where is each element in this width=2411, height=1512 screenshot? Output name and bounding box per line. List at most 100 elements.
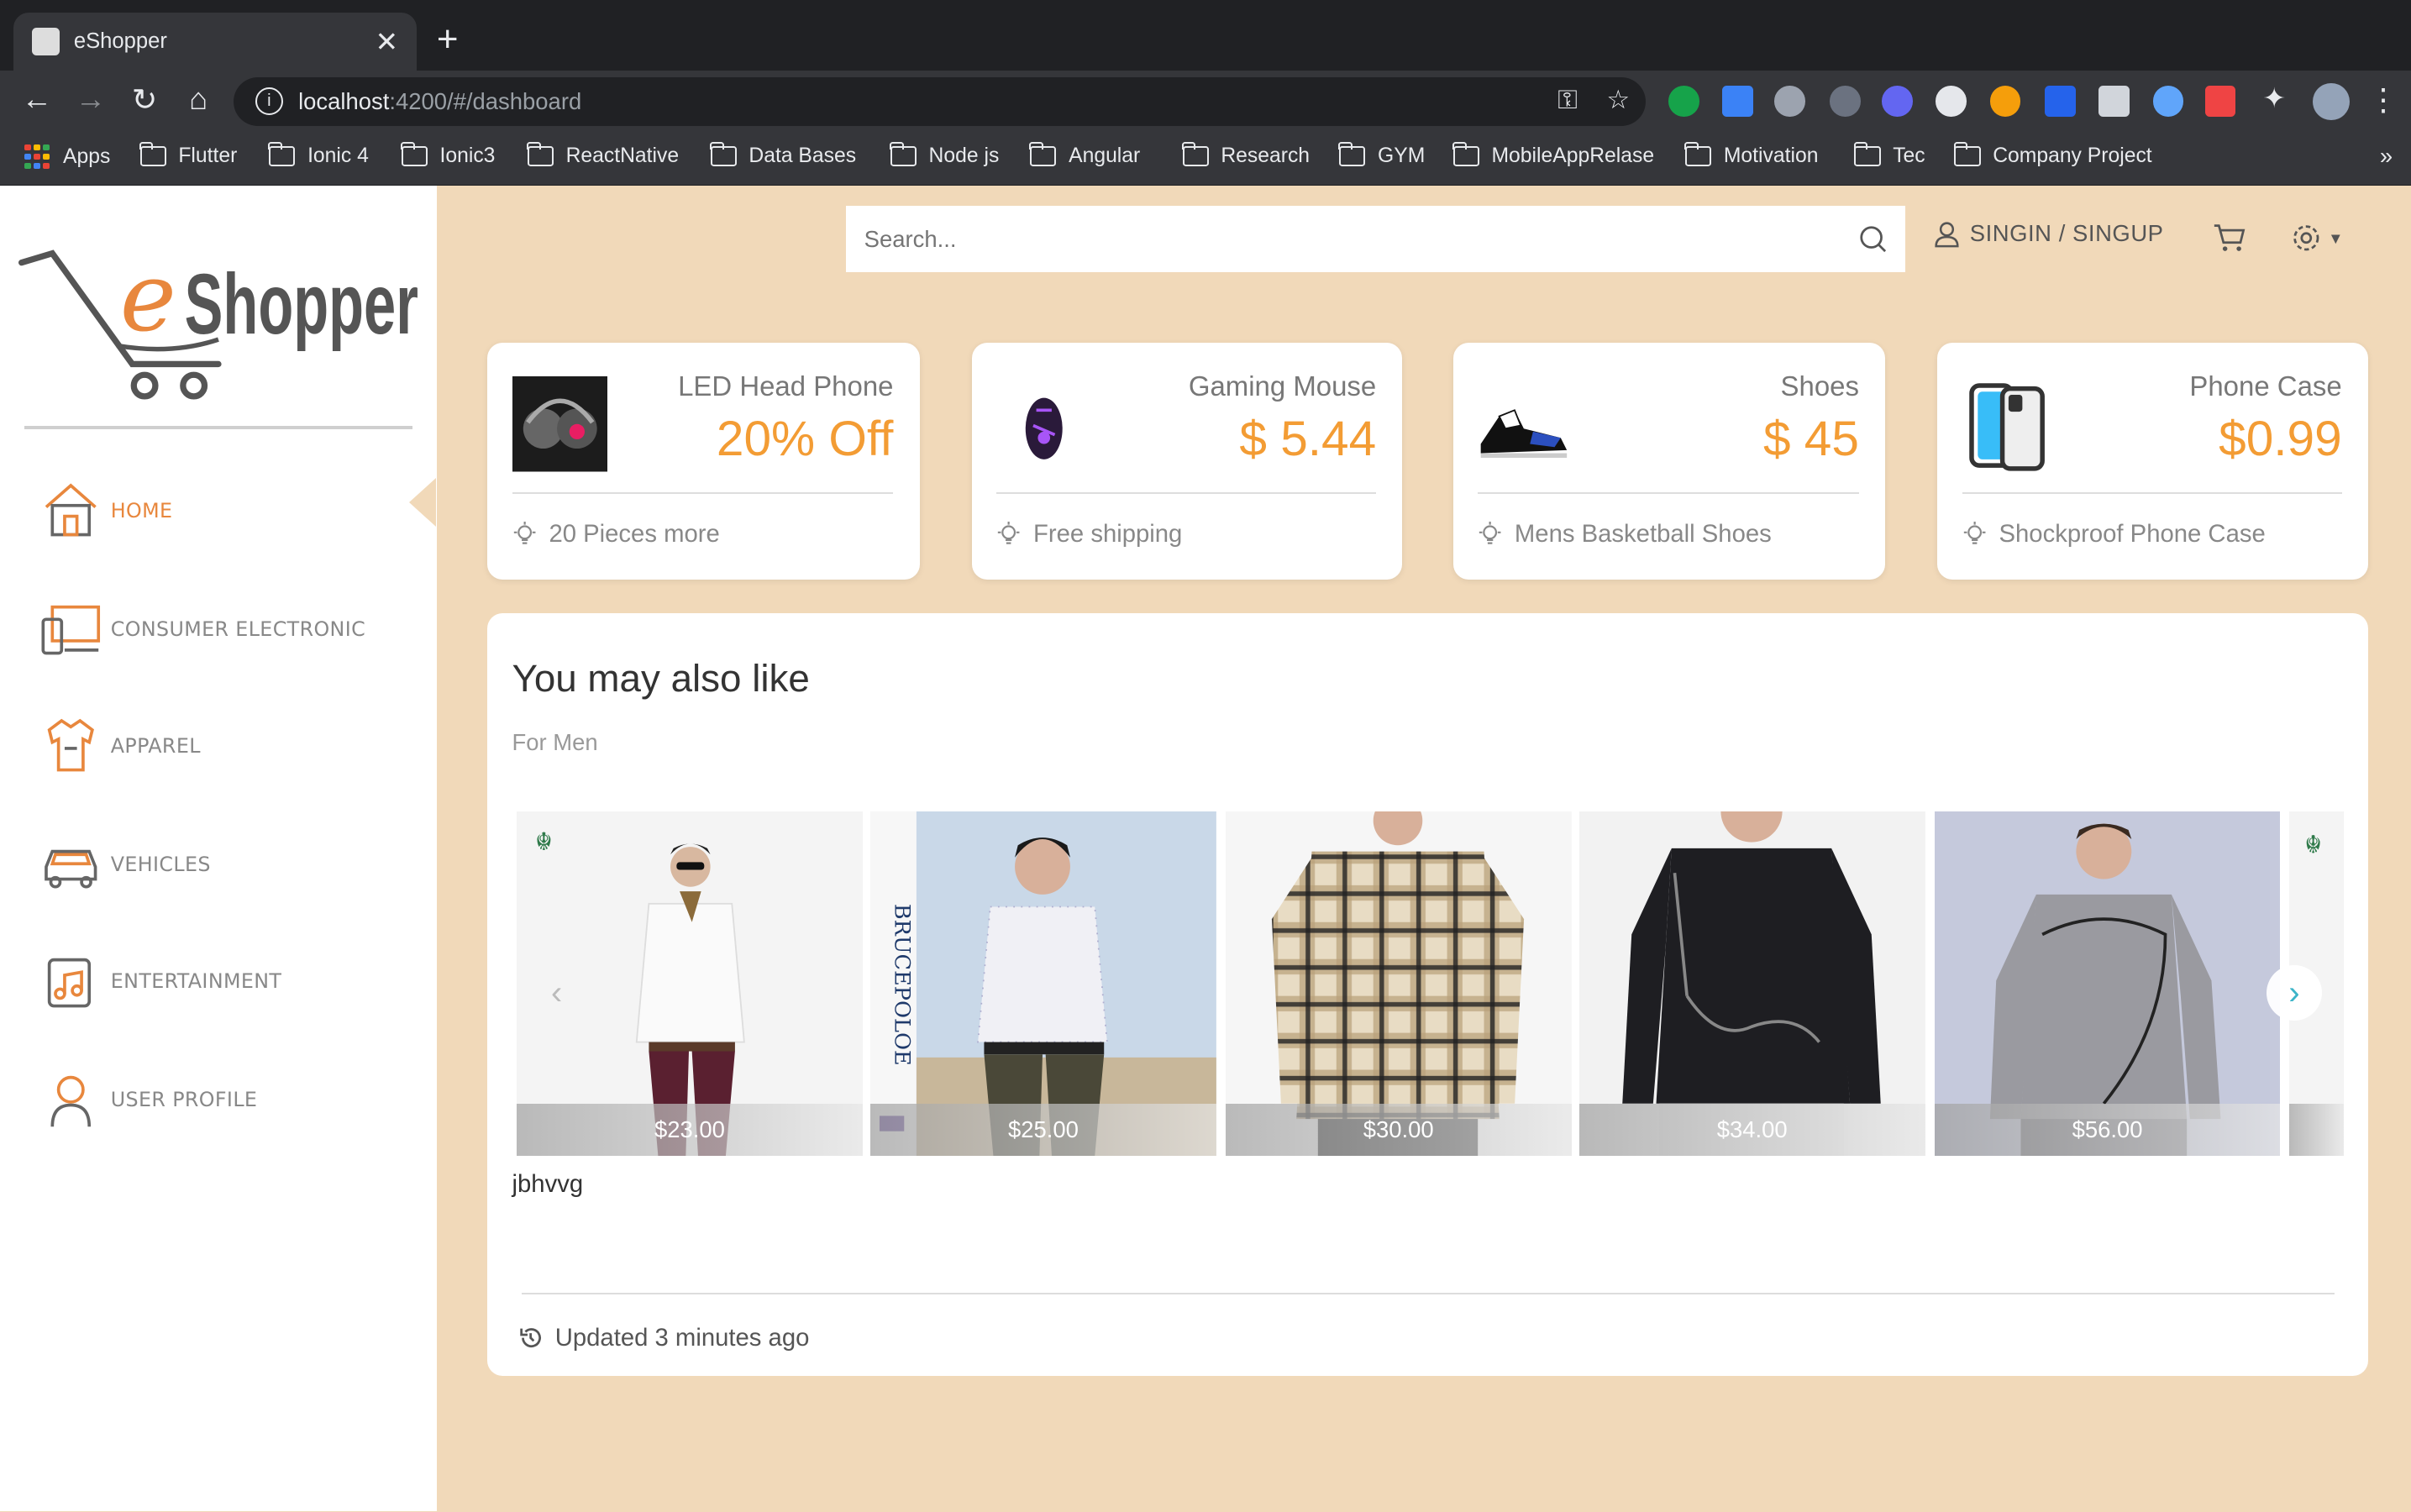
section-subtitle: For Men <box>512 728 598 755</box>
promo-name: Gaming Mouse <box>1188 370 1377 402</box>
shoes-image <box>1478 376 1573 472</box>
lightbulb-icon <box>1963 522 1986 544</box>
product-card[interactable]: $56.00 <box>1934 811 2281 1157</box>
divider <box>1962 491 2342 494</box>
extension-icon[interactable] <box>2098 86 2130 118</box>
extension-icon[interactable] <box>1882 86 1913 118</box>
cart-icon[interactable] <box>2213 223 2246 254</box>
bookmark-folder[interactable]: Tec <box>1853 141 1925 168</box>
sidebar-item-vehicles[interactable]: VEHICLES <box>37 829 211 900</box>
bookmark-folder[interactable]: Ionic 4 <box>268 141 369 168</box>
promo-footer: 20 Pieces more <box>512 520 720 549</box>
folder-icon <box>268 141 296 166</box>
new-tab-icon[interactable]: + <box>437 18 459 60</box>
reload-icon[interactable]: ↻ <box>124 81 165 118</box>
product-card[interactable]: $34.00 <box>1578 811 1925 1157</box>
bookmark-apps[interactable]: Apps <box>24 144 111 170</box>
product-name: jbhvvg <box>512 1169 584 1198</box>
extension-icon[interactable] <box>2204 86 2236 118</box>
lightbulb-icon <box>1479 522 1501 544</box>
extension-icon[interactable] <box>2045 86 2077 118</box>
promo-card[interactable]: Phone Case $0.99 Shockproof Phone Case <box>1937 343 2368 580</box>
headphone-image <box>512 376 607 472</box>
grammarly-icon[interactable] <box>1668 86 1699 118</box>
promo-card[interactable]: Gaming Mouse $ 5.44 Free shipping <box>971 343 1403 580</box>
bookmark-folder[interactable]: Data Bases <box>709 141 856 168</box>
bookmark-label: ReactNative <box>565 144 680 168</box>
bookmark-folder[interactable]: ReactNative <box>526 141 680 168</box>
bookmark-label: Ionic 4 <box>307 144 369 168</box>
key-icon[interactable]: ⚿ <box>1557 85 1578 116</box>
puzzle-icon[interactable]: ✦ <box>2254 81 2294 114</box>
favicon-icon <box>32 27 60 55</box>
address-bar[interactable]: i localhost:4200/#/dashboard ⚿ ☆ <box>234 76 1646 127</box>
menu-icon[interactable]: ⋮ <box>2363 81 2403 118</box>
svg-text:Shopper: Shopper <box>185 255 418 352</box>
folder-icon <box>1338 141 1366 166</box>
bookmark-label: Apps <box>63 144 111 168</box>
signin-button[interactable]: SINGIN / SINGUP <box>1933 220 2164 248</box>
promo-card[interactable]: LED Head Phone 20% Off 20 Pieces more <box>487 343 920 580</box>
bookmark-folder[interactable]: GYM <box>1338 141 1426 168</box>
browser-tab[interactable]: eShopper ✕ <box>13 12 418 71</box>
folder-icon <box>400 141 428 166</box>
shirt-icon <box>47 719 94 772</box>
sidebar-item-label: VEHICLES <box>110 852 211 876</box>
price-bar <box>2289 1104 2344 1157</box>
search-icon[interactable] <box>1859 225 1887 253</box>
bookmarks-bar: Apps Flutter Ionic 4 Ionic3 ReactNative … <box>0 132 2411 186</box>
bookmark-folder[interactable]: Company Project <box>1953 141 2152 168</box>
bookmark-folder[interactable]: Flutter <box>139 141 237 168</box>
price-bar: $34.00 <box>1578 1104 1925 1157</box>
search-bar <box>845 206 1905 272</box>
sidebar-item-apparel[interactable]: APPAREL <box>37 711 201 781</box>
bookmark-label: Angular <box>1069 144 1141 168</box>
settings-dropdown[interactable]: ▼ <box>2291 223 2343 254</box>
search-input[interactable] <box>864 225 1859 253</box>
close-tab-icon[interactable]: ✕ <box>375 25 398 58</box>
sidebar-item-entertainment[interactable]: ENTERTAINMENT <box>37 946 281 1016</box>
download-extension-icon[interactable] <box>1722 86 1753 118</box>
sidebar-item-user-profile[interactable]: USER PROFILE <box>37 1064 257 1135</box>
product-card[interactable]: BRUCEPOLOE $25.00 <box>869 811 1216 1157</box>
bookmark-folder[interactable]: Node js <box>889 141 999 168</box>
devices-icon <box>41 606 100 655</box>
bookmark-label: GYM <box>1378 144 1426 168</box>
back-icon[interactable]: ← <box>17 81 57 117</box>
sidebar-item-home[interactable]: HOME <box>37 475 172 546</box>
folder-icon <box>139 141 166 166</box>
gear-icon <box>2293 225 2319 251</box>
promo-footer-text: Free shipping <box>1033 519 1183 548</box>
bookmark-folder[interactable]: Motivation <box>1684 141 1819 168</box>
sidebar-item-consumer-electronic[interactable]: CONSUMER ELECTRONIC <box>37 594 365 664</box>
url-path: :4200/#/dashboard <box>389 87 582 114</box>
bookmark-star-icon[interactable]: ☆ <box>1606 85 1630 115</box>
site-info-icon[interactable]: i <box>255 87 283 116</box>
music-icon <box>47 958 91 1007</box>
bookmark-folder[interactable]: Angular <box>1029 141 1141 168</box>
extension-icon[interactable] <box>1774 86 1805 118</box>
update-footer: Updated 3 minutes ago <box>518 1324 809 1352</box>
link-icon[interactable] <box>2152 86 2184 118</box>
home-browser-icon[interactable]: ⌂ <box>178 81 218 117</box>
bookmark-folder[interactable]: MobileAppRelase <box>1452 141 1654 168</box>
user-icon <box>1935 222 1959 248</box>
url-host: localhost <box>298 87 390 114</box>
divider <box>1478 491 1859 494</box>
folder-icon <box>709 141 737 166</box>
extension-icon[interactable] <box>1830 86 1861 118</box>
carousel-prev-icon[interactable]: ‹ <box>529 965 585 1021</box>
avatar[interactable] <box>2312 82 2350 120</box>
forward-icon[interactable]: → <box>71 81 111 117</box>
sidebar-item-label: USER PROFILE <box>110 1087 258 1111</box>
bookmark-folder[interactable]: Research <box>1181 141 1310 168</box>
more-bookmarks-icon[interactable]: » <box>2380 143 2393 170</box>
product-card[interactable]: $30.00 <box>1225 811 1572 1157</box>
bookmark-label: Motivation <box>1723 144 1819 168</box>
extension-icon[interactable] <box>1989 86 2021 118</box>
promo-card[interactable]: Shoes $ 45 Mens Basketball Shoes <box>1452 343 1886 580</box>
extension-icon[interactable] <box>1936 86 1967 118</box>
bookmark-folder[interactable]: Ionic3 <box>400 141 495 168</box>
carousel-next-icon[interactable]: › <box>2266 965 2322 1021</box>
promo-footer: Shockproof Phone Case <box>1962 520 2266 549</box>
